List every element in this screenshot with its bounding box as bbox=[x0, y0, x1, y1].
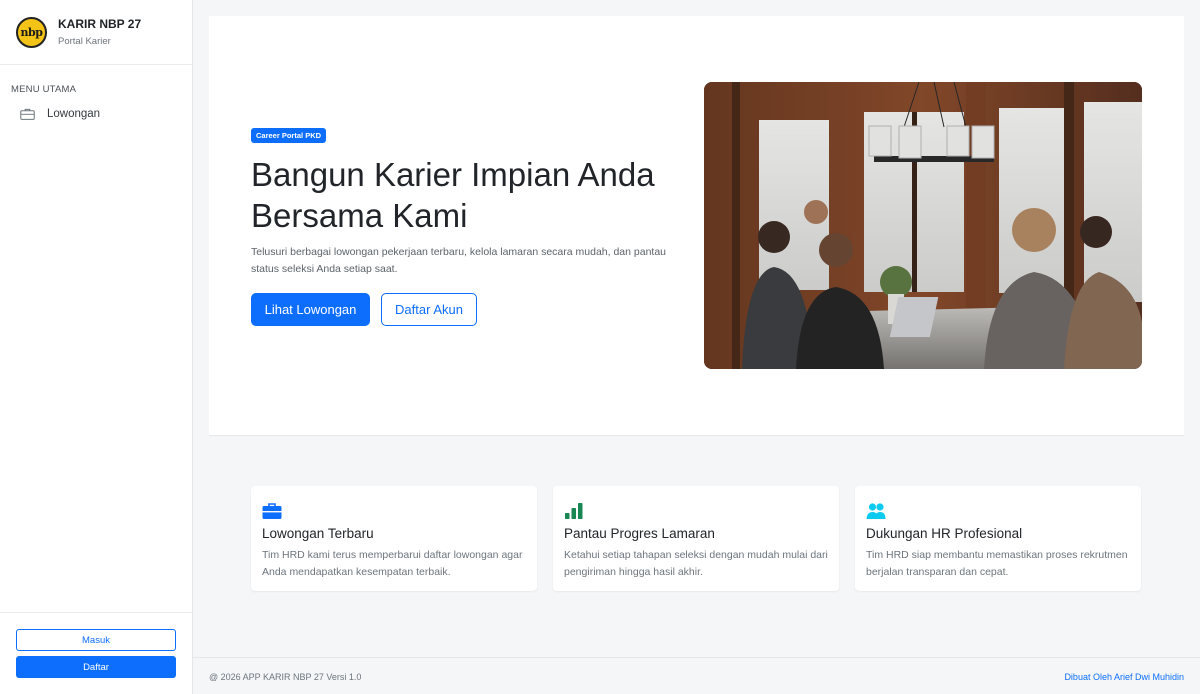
feature-title: Pantau Progres Lamaran bbox=[564, 526, 715, 541]
hero-description: Telusuri berbagai lowongan pekerjaan ter… bbox=[251, 246, 667, 275]
brand-name: KARIR NBP 27 bbox=[58, 17, 142, 31]
hero-badge: Career Portal PKD bbox=[251, 128, 327, 143]
people-icon bbox=[866, 503, 886, 519]
bar-chart-icon bbox=[565, 503, 583, 519]
brand-subtitle: Portal Karier bbox=[58, 36, 111, 47]
feature-title: Lowongan Terbaru bbox=[262, 526, 374, 541]
brand-logo: nbp bbox=[16, 16, 47, 48]
register-account-button[interactable]: Daftar Akun bbox=[381, 293, 477, 326]
footer-credit-link[interactable]: Dibuat Oleh Arief Dwi Muhidin bbox=[1064, 672, 1184, 682]
login-button[interactable]: Masuk bbox=[16, 629, 176, 651]
briefcase-icon bbox=[20, 108, 35, 120]
hero-title: Bangun Karier Impian Anda Bersama Kami bbox=[251, 156, 655, 234]
footer: @ 2026 APP KARIR NBP 27 Versi 1.0 Dibuat… bbox=[193, 657, 1200, 694]
sidebar-item-label: Lowongan bbox=[47, 108, 101, 120]
view-jobs-button[interactable]: Lihat Lowongan bbox=[251, 293, 370, 326]
hero-section: Career Portal PKD Bangun Karier Impian A… bbox=[209, 16, 1184, 436]
sidebar: nbp KARIR NBP 27 Portal Karier MENU UTAM… bbox=[0, 0, 193, 694]
feature-card-progress: Pantau Progres Lamaran Ketahui setiap ta… bbox=[553, 486, 839, 591]
brand-header[interactable]: nbp KARIR NBP 27 Portal Karier bbox=[0, 0, 192, 65]
feature-card-hr: Dukungan HR Profesional Tim HRD siap mem… bbox=[855, 486, 1141, 591]
briefcase-icon bbox=[262, 503, 282, 519]
menu-heading: MENU UTAMA bbox=[11, 84, 77, 95]
feature-text: Tim HRD siap membantu memastikan proses … bbox=[866, 549, 1128, 578]
feature-card-jobs: Lowongan Terbaru Tim HRD kami terus memp… bbox=[251, 486, 537, 591]
sidebar-item-lowongan[interactable]: Lowongan bbox=[20, 108, 100, 120]
hero-image bbox=[704, 82, 1142, 369]
footer-copyright: @ 2026 APP KARIR NBP 27 Versi 1.0 bbox=[209, 672, 362, 682]
feature-text: Tim HRD kami terus memperbarui daftar lo… bbox=[262, 549, 523, 578]
feature-text: Ketahui setiap tahapan seleksi dengan mu… bbox=[564, 549, 828, 578]
register-button[interactable]: Daftar bbox=[16, 656, 176, 678]
sidebar-auth: Masuk Daftar bbox=[0, 612, 192, 694]
team-meeting-photo bbox=[704, 82, 1142, 369]
feature-title: Dukungan HR Profesional bbox=[866, 526, 1023, 541]
